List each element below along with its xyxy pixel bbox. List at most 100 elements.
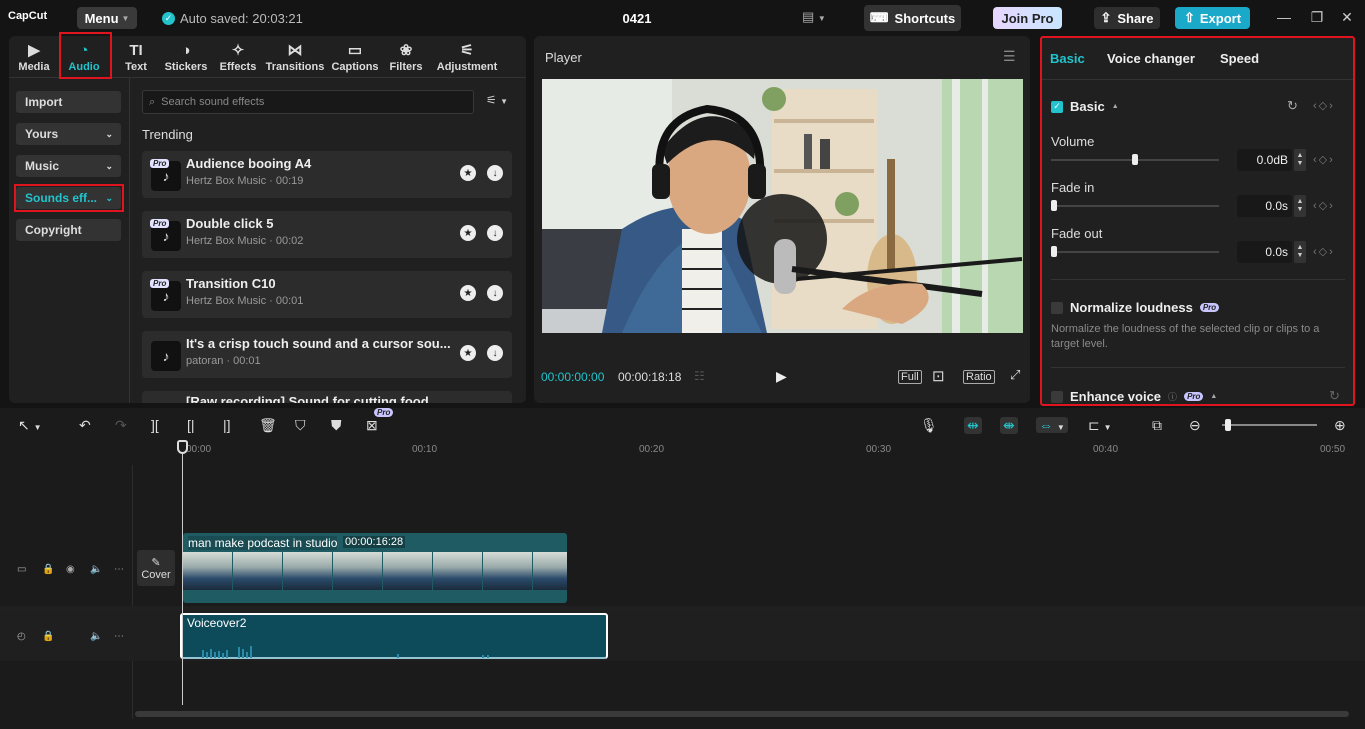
reset-icon[interactable]: ↻ (1329, 388, 1340, 404)
tab-media[interactable]: ▶ Media (13, 36, 55, 78)
download-icon[interactable]: ↓ (487, 165, 503, 181)
keyframe-icon[interactable]: ‹◇› (1313, 153, 1335, 166)
microphone-icon[interactable]: 🎙 (920, 417, 938, 434)
maximize-icon[interactable]: ❐ (1309, 9, 1325, 26)
lock-icon[interactable]: 🔒 (42, 564, 54, 575)
download-icon[interactable]: ↓ (487, 225, 503, 241)
eye-icon[interactable]: ◉ (66, 564, 75, 575)
fade-out-slider[interactable] (1051, 246, 1219, 257)
fade-in-stepper[interactable]: ▲ ▼ (1294, 195, 1306, 217)
ratio-button[interactable]: Ratio (963, 370, 995, 384)
search-input[interactable]: ⌕ Search sound effects (142, 90, 474, 114)
list-item[interactable]: [Raw recording] Sound for cutting food (142, 391, 512, 403)
more-icon[interactable]: ⋯ (114, 564, 124, 575)
close-icon[interactable]: ✕ (1339, 9, 1355, 26)
favorite-star-icon[interactable]: ★ (460, 165, 476, 181)
audio-clip[interactable]: Voiceover2 (180, 613, 608, 659)
reset-icon[interactable]: ↻ (1287, 98, 1298, 114)
trim-left-icon[interactable]: [| (187, 417, 195, 433)
zoom-out-icon[interactable]: ⊖ (1189, 417, 1201, 434)
play-icon[interactable]: ▶ (776, 368, 787, 385)
undo-icon[interactable]: ↶ (79, 417, 91, 434)
screenshot-icon[interactable]: ⊡ (932, 367, 945, 385)
fade-out-slider-knob[interactable] (1051, 246, 1057, 257)
list-item[interactable]: ♪ Pro Double click 5 Hertz Box Music · 00… (142, 211, 512, 258)
playhead-line[interactable] (182, 443, 183, 705)
caption-pro-icon[interactable]: ⊠ Pro (366, 408, 394, 434)
zoom-slider-knob[interactable] (1225, 419, 1231, 431)
favorite-star-icon[interactable]: ★ (460, 225, 476, 241)
tab-text[interactable]: TI Text (115, 36, 157, 78)
redo-icon[interactable]: ↷ (115, 417, 127, 434)
list-item[interactable]: ♪ Pro Transition C10 Hertz Box Music · 00… (142, 271, 512, 318)
menu-button[interactable]: Menu ▼ (77, 7, 137, 29)
download-icon[interactable]: ↓ (487, 345, 503, 361)
tab-stickers[interactable]: ◑ Stickers (162, 36, 210, 78)
fit-timeline-icon[interactable]: ⧉ (1152, 417, 1162, 434)
zoom-slider[interactable] (1222, 419, 1317, 431)
join-pro-button[interactable]: Join Pro (993, 7, 1062, 29)
split-icon[interactable]: ][ (151, 417, 159, 433)
favorite-star-icon[interactable]: ★ (460, 285, 476, 301)
sidebar-item-copyright[interactable]: Copyright (16, 219, 121, 241)
trim-right-icon[interactable]: |] (223, 417, 231, 433)
more-icon[interactable]: ⋯ (114, 631, 124, 642)
horizontal-scrollbar[interactable] (135, 711, 1349, 717)
keyframe-icon[interactable]: ‹◇› (1313, 199, 1335, 212)
keyframe-icon[interactable]: ‹◇› (1313, 99, 1335, 112)
video-preview[interactable] (542, 79, 1023, 333)
filter-icon[interactable]: ⚟ ▼ (486, 93, 508, 107)
export-button[interactable]: ⇧ Export (1175, 7, 1250, 29)
download-icon[interactable]: ↓ (487, 285, 503, 301)
normalize-loudness-row[interactable]: Normalize loudness Pro (1051, 300, 1220, 315)
layout-icon[interactable]: ▤ ▼ (802, 9, 826, 25)
preview-axis-icon[interactable]: ⊏ ▼ (1088, 417, 1112, 434)
linkage-icon[interactable]: ⇔ ▼ (1036, 417, 1068, 433)
tab-basic[interactable]: Basic (1050, 51, 1085, 66)
list-item[interactable]: ♪ Pro Audience booing A4 Hertz Box Music … (142, 151, 512, 198)
hamburger-menu-icon[interactable]: ☰ (1003, 48, 1016, 65)
video-clip[interactable]: man make podcast in studio 00:00:16:28 (183, 533, 567, 603)
tab-filters[interactable]: ❀ Filters (386, 36, 426, 78)
volume-slider-knob[interactable] (1132, 154, 1138, 165)
keyframe-icon[interactable]: ‹◇› (1313, 245, 1335, 258)
lock-icon[interactable]: 🔒 (42, 631, 54, 642)
fullscreen-icon[interactable]: ⤢ (1010, 367, 1020, 383)
tab-speed[interactable]: Speed (1220, 51, 1259, 66)
select-cursor-icon[interactable]: ↖ ▼ (18, 417, 42, 434)
enhance-checkbox[interactable] (1051, 390, 1063, 403)
tab-voice-changer[interactable]: Voice changer (1107, 51, 1195, 66)
main-track-magnet-icon[interactable]: ⇹ (964, 417, 982, 434)
basic-checkbox[interactable]: ✓ (1051, 100, 1063, 113)
volume-slider[interactable] (1051, 154, 1219, 165)
auto-snap-icon[interactable]: ⇼ (1000, 417, 1018, 434)
share-button[interactable]: ⇪ Share (1094, 7, 1160, 29)
minimize-icon[interactable]: — (1276, 9, 1292, 25)
waveform-toggle-icon[interactable]: ☷ (694, 369, 705, 383)
project-title[interactable]: 0421 (600, 11, 674, 26)
fade-out-stepper[interactable]: ▲ ▼ (1294, 241, 1306, 263)
zoom-in-icon[interactable]: ⊕ (1334, 417, 1346, 434)
cover-button[interactable]: ✎ Cover (137, 550, 175, 586)
playhead-handle[interactable] (177, 440, 188, 454)
sidebar-item-yours[interactable]: Yours ⌄ (16, 123, 121, 145)
sidebar-item-music[interactable]: Music ⌄ (16, 155, 121, 177)
volume-stepper[interactable]: ▲ ▼ (1294, 149, 1306, 171)
fade-out-value[interactable]: 0.0s (1237, 241, 1292, 263)
volume-value[interactable]: 0.0dB (1237, 149, 1292, 171)
sidebar-item-import[interactable]: Import (16, 91, 121, 113)
fade-in-slider[interactable] (1051, 200, 1219, 211)
fade-in-slider-knob[interactable] (1051, 200, 1057, 211)
mark-icon[interactable]: ⛊ (331, 417, 342, 434)
fade-in-value[interactable]: 0.0s (1237, 195, 1292, 217)
list-item[interactable]: ♪ It's a crisp touch sound and a cursor … (142, 331, 512, 378)
favorite-star-icon[interactable]: ★ (460, 345, 476, 361)
time-ruler[interactable]: 00:00 00:10 00:20 00:30 00:40 00:50 (182, 441, 1365, 463)
speaker-icon[interactable]: 🔈 (90, 564, 102, 575)
delete-icon[interactable]: 🗑 (259, 417, 277, 434)
full-button[interactable]: Full (898, 370, 922, 384)
freeze-icon[interactable]: ⛉ (295, 417, 306, 434)
speaker-icon[interactable]: 🔈 (90, 631, 102, 642)
info-icon[interactable]: ⓘ (1168, 390, 1177, 403)
normalize-checkbox[interactable] (1051, 301, 1063, 314)
